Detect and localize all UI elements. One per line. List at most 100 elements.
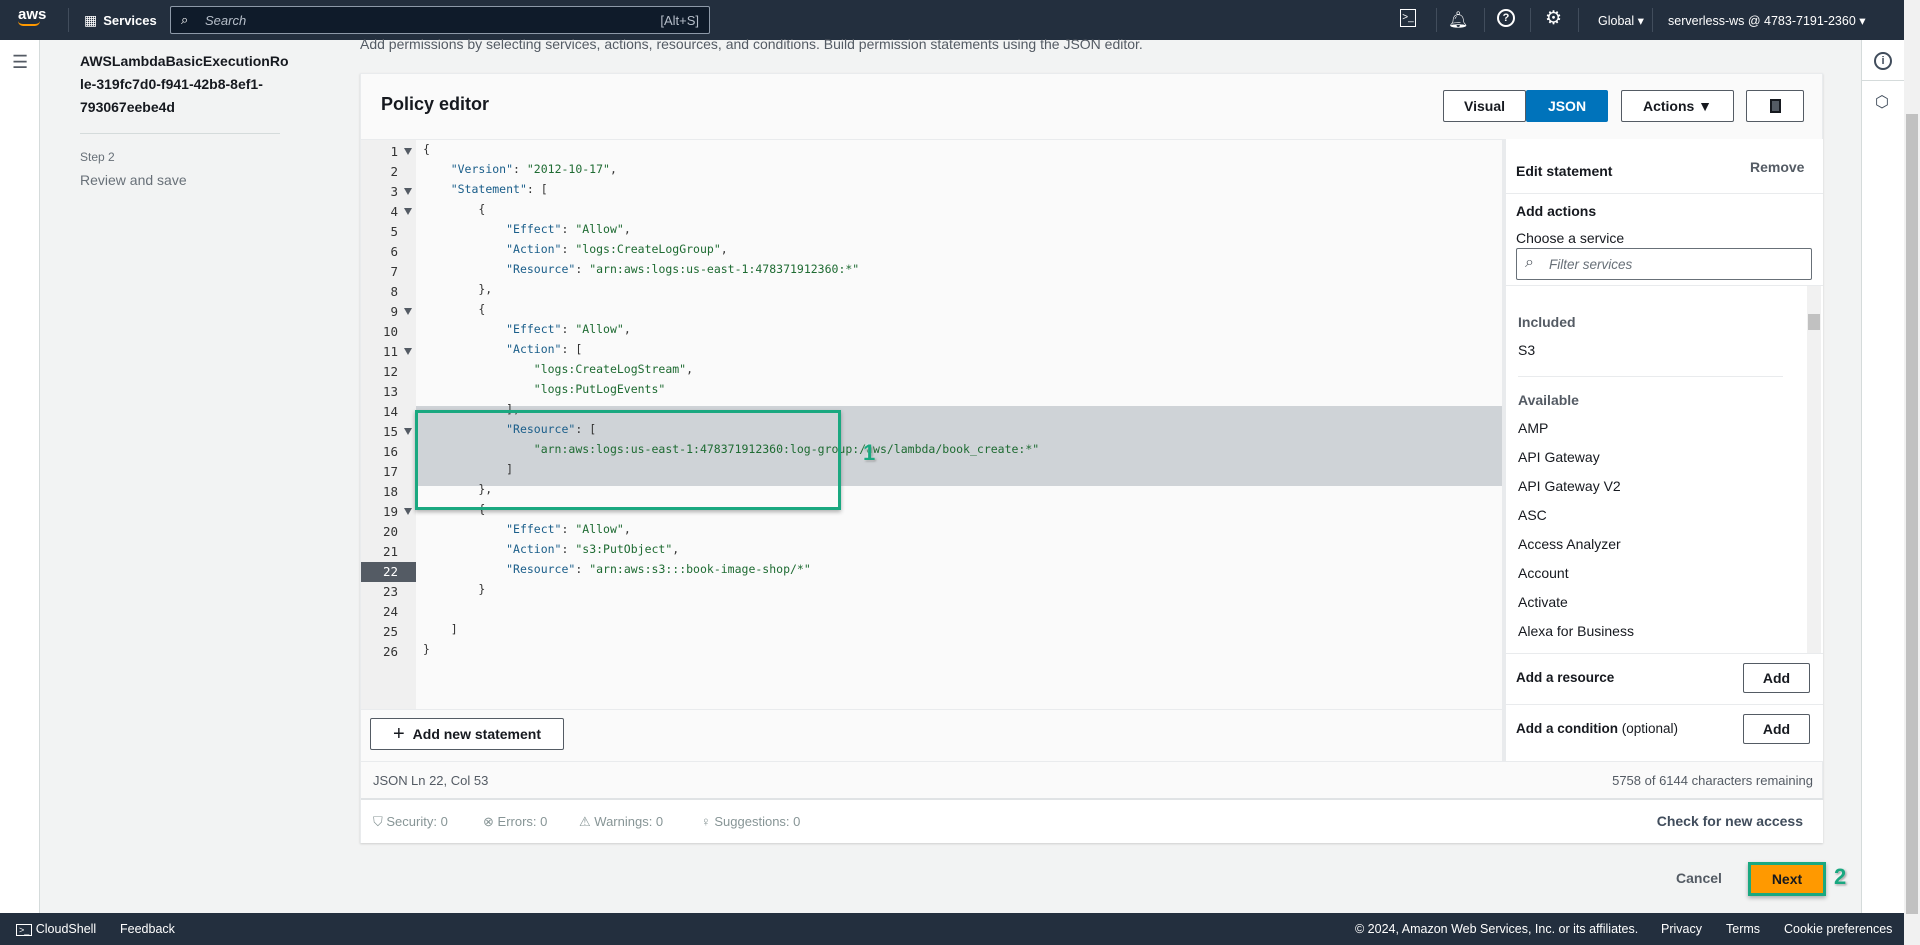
line-number: 14 [382, 404, 398, 419]
aws-logo[interactable]: aws [18, 6, 46, 26]
line-number: 20 [382, 524, 398, 539]
line-number: 8 [390, 284, 398, 299]
cloudshell-icon[interactable]: >_ [1400, 9, 1416, 27]
help-icon[interactable]: ? [1497, 9, 1515, 27]
remove-button[interactable]: Remove [1750, 159, 1804, 175]
role-line: AWSLambdaBasicExecutionRo [80, 53, 289, 69]
service-item[interactable]: Account [1518, 565, 1569, 581]
line-number: 22 [361, 562, 416, 582]
line-number: 23 [382, 584, 398, 599]
privacy-link[interactable]: Privacy [1661, 922, 1702, 936]
json-string: "s3:PutObject" [575, 542, 673, 556]
fold-arrow-icon[interactable] [404, 508, 412, 515]
bell-icon[interactable]: 🔔︎ [1448, 10, 1468, 30]
service-item-s3[interactable]: S3 [1518, 342, 1535, 358]
json-key: "Statement" [450, 182, 527, 196]
json-string: "arn:aws:s3:::book-image-shop/*" [589, 562, 811, 576]
service-list-scrollbar[interactable] [1807, 286, 1821, 653]
service-item[interactable]: Activate [1518, 594, 1568, 610]
top-navigation: aws ▦ Services ⌕ Search [Alt+S] >_ 🔔︎ ? ⚙… [0, 0, 1920, 40]
code-line: "Resource": "arn:aws:s3:::book-image-sho… [506, 562, 811, 576]
code-line: "logs:PutLogEvents" [423, 382, 666, 402]
fullscreen-icon [1769, 99, 1781, 113]
cloudshell-label: CloudShell [35, 922, 97, 936]
utility-rail: i ⬡ [1861, 40, 1905, 913]
line-number: 10 [382, 324, 398, 339]
service-item[interactable]: API Gateway [1518, 449, 1600, 465]
service-item[interactable]: Access Analyzer [1518, 536, 1621, 552]
security-count[interactable]: ⛉ Security: 0 [373, 814, 448, 830]
fold-arrow-icon[interactable] [404, 428, 412, 435]
line-number: 11 [361, 342, 416, 362]
code-line: ] [423, 622, 458, 636]
services-menu[interactable]: ▦ Services [84, 12, 157, 29]
json-string: "Allow" [575, 322, 624, 336]
region-selector[interactable]: Global ▾ [1598, 13, 1644, 28]
suggestions-count[interactable]: ♀ Suggestions: 0 [701, 814, 800, 829]
add-resource-button[interactable]: Add [1743, 663, 1810, 693]
annotation-number-2: 2 [1834, 864, 1847, 889]
add-condition-label: Add a condition (optional) [1516, 721, 1678, 736]
line-number: 4 [361, 202, 416, 222]
editor-status-bar: JSON Ln 22, Col 53 5758 of 6144 characte… [361, 761, 1823, 798]
fold-arrow-icon[interactable] [404, 348, 412, 355]
role-name: AWSLambdaBasicExecutionRo le-319fc7d0-f9… [80, 50, 289, 119]
service-item[interactable]: Alexa for Business [1518, 623, 1634, 639]
hexagon-icon[interactable]: ⬡ [1875, 92, 1889, 112]
json-tab[interactable]: JSON [1526, 90, 1608, 122]
add-condition-button[interactable]: Add [1743, 714, 1810, 744]
search-icon: ⌕ [1525, 254, 1534, 271]
code-line: "logs:CreateLogStream", [533, 362, 694, 376]
cookie-preferences-link[interactable]: Cookie preferences [1784, 922, 1892, 936]
service-item[interactable]: API Gateway V2 [1518, 478, 1621, 494]
choose-service-label: Choose a service [1516, 230, 1625, 246]
add-actions-heading: Add actions [1516, 203, 1597, 219]
terms-link[interactable]: Terms [1726, 922, 1760, 936]
role-line: 793067eebe4d [80, 99, 175, 115]
next-button[interactable]: Next [1751, 865, 1823, 893]
suggestions-text: Suggestions: 0 [714, 814, 801, 829]
service-item[interactable]: ASC [1518, 507, 1547, 523]
fold-arrow-icon[interactable] [404, 308, 412, 315]
copyright: © 2024, Amazon Web Services, Inc. or its… [1355, 922, 1639, 936]
cloudshell-link[interactable]: >_ CloudShell [16, 922, 96, 936]
service-item[interactable]: AMP [1518, 420, 1548, 436]
filter-placeholder: Filter services [1549, 257, 1633, 272]
services-label: Services [103, 13, 157, 28]
policy-editor-title: Policy editor [381, 94, 490, 114]
search-input[interactable]: ⌕ Search [Alt+S] [170, 6, 710, 34]
warnings-count[interactable]: ⚠ Warnings: 0 [579, 814, 663, 830]
json-string: "Allow" [575, 522, 624, 536]
search-shortcut: [Alt+S] [660, 13, 699, 28]
errors-count[interactable]: ⊗ Errors: 0 [483, 814, 547, 830]
cursor-position: Ln 22, Col 53 [411, 773, 489, 788]
fold-arrow-icon[interactable] [404, 208, 412, 215]
filter-services-input[interactable]: ⌕ Filter services [1516, 248, 1812, 280]
feedback-link[interactable]: Feedback [120, 922, 175, 936]
fold-arrow-icon[interactable] [404, 188, 412, 195]
add-new-statement-button[interactable]: + Add new statement [370, 718, 564, 750]
step-review-and-save[interactable]: Review and save [80, 172, 280, 188]
json-key: "Effect" [506, 522, 562, 536]
line-number: 18 [382, 484, 398, 499]
line-number: 16 [382, 444, 398, 459]
menu-icon[interactable]: ☰ [12, 52, 28, 73]
annotation-box-2: Next [1748, 862, 1826, 896]
line-number: 15 [361, 422, 416, 442]
json-code-editor[interactable]: 1 2 3 4 5 6 7 8 9 10 11 12 13 14 15 16 17 18 19 20 21 22 23 24 2… [361, 139, 1502, 710]
cancel-button[interactable]: Cancel [1676, 870, 1722, 886]
actions-dropdown[interactable]: Actions ▼ [1621, 90, 1734, 122]
json-key: "Version" [450, 162, 514, 176]
json-key: "Effect" [506, 222, 562, 236]
code-line: "Action": [ [506, 342, 583, 356]
role-line: le-319fc7d0-f941-42b8-8ef1- [80, 76, 263, 92]
info-icon[interactable]: i [1874, 52, 1892, 70]
page-scrollbar[interactable] [1904, 0, 1920, 945]
gear-icon[interactable]: ⚙ [1545, 7, 1562, 30]
actions-label: Actions [1642, 98, 1695, 114]
check-for-new-access-button[interactable]: Check for new access [1657, 813, 1803, 829]
account-menu[interactable]: serverless-ws @ 4783-7191-2360 ▾ [1668, 13, 1866, 28]
fold-arrow-icon[interactable] [404, 148, 412, 155]
fullscreen-button[interactable] [1746, 90, 1804, 122]
visual-tab[interactable]: Visual [1443, 90, 1526, 122]
